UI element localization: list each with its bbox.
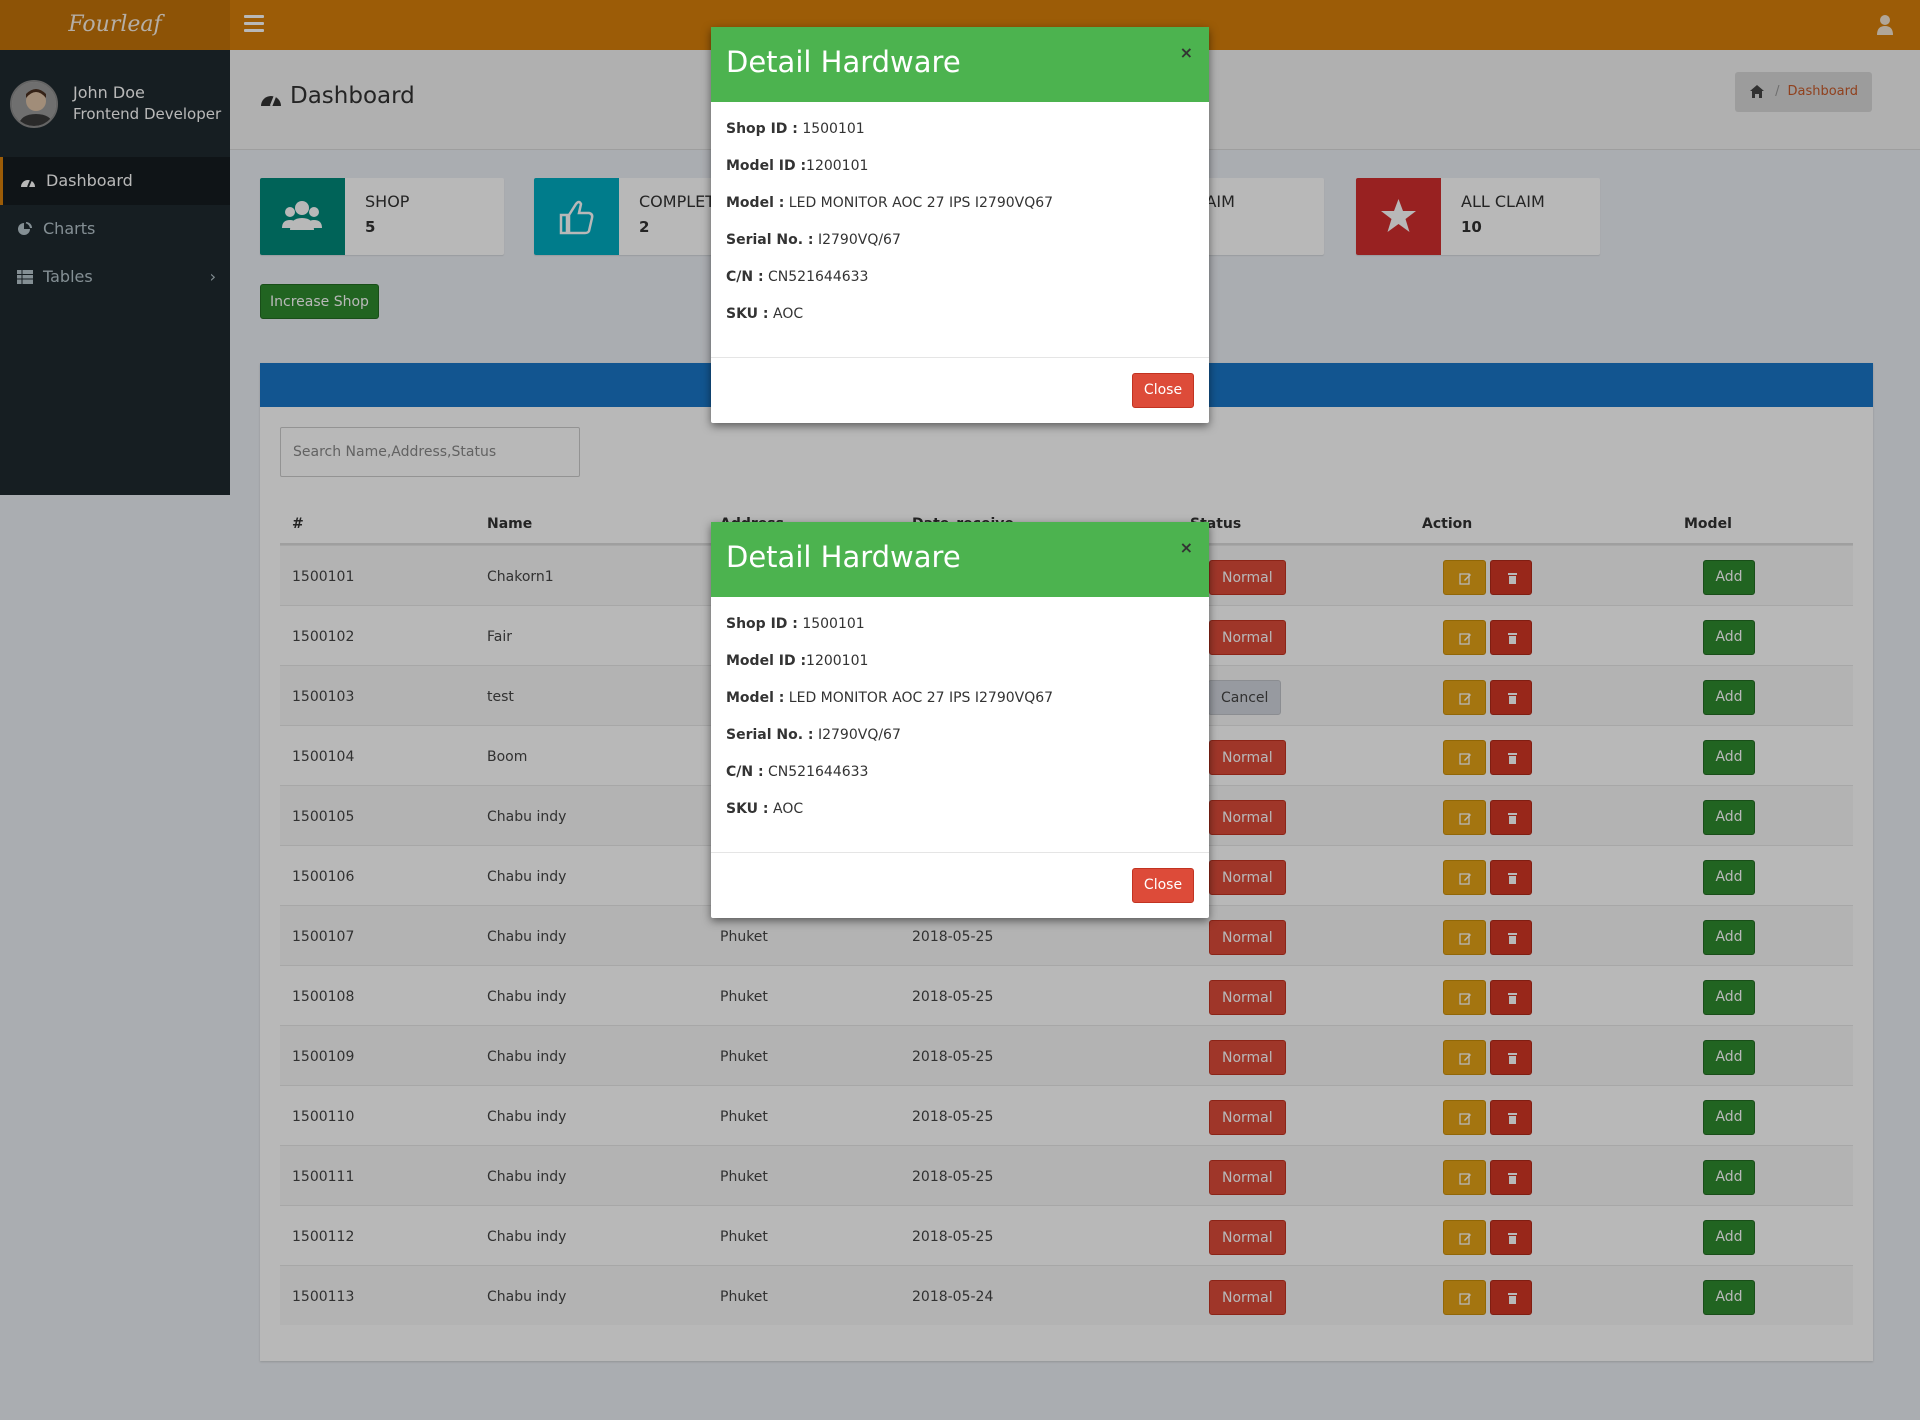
close-icon[interactable]: × [1180,538,1193,557]
detail-model-id: Model ID :1200101 [726,158,869,174]
detail-serial: Serial No. : I2790VQ/67 [726,727,901,743]
modal-title: Detail Hardware [726,45,961,79]
modal-footer: Close [711,357,1209,423]
detail-shop-id: Shop ID : 1500101 [726,616,865,632]
modal-title: Detail Hardware [726,540,961,574]
modal-footer: Close [711,852,1209,918]
modal-body: Shop ID : 1500101 Model ID :1200101 Mode… [711,597,1209,816]
close-button[interactable]: Close [1132,868,1194,903]
close-icon[interactable]: × [1180,43,1193,62]
modal-body: Shop ID : 1500101 Model ID :1200101 Mode… [711,102,1209,321]
detail-shop-id: Shop ID : 1500101 [726,121,865,137]
detail-cn: C/N : CN521644633 [726,269,869,285]
detail-model: Model : LED MONITOR AOC 27 IPS I2790VQ67 [726,690,1054,706]
detail-model-id: Model ID :1200101 [726,653,869,669]
close-button[interactable]: Close [1132,373,1194,408]
detail-sku: SKU : AOC [726,306,804,322]
detail-model: Model : LED MONITOR AOC 27 IPS I2790VQ67 [726,195,1054,211]
detail-sku: SKU : AOC [726,801,804,817]
modal-header: Detail Hardware × [711,522,1209,597]
detail-hardware-modal: Detail Hardware × Shop ID : 1500101 Mode… [711,522,1209,918]
detail-serial: Serial No. : I2790VQ/67 [726,232,901,248]
modal-header: Detail Hardware × [711,27,1209,102]
detail-hardware-modal: Detail Hardware × Shop ID : 1500101 Mode… [711,27,1209,423]
detail-cn: C/N : CN521644633 [726,764,869,780]
